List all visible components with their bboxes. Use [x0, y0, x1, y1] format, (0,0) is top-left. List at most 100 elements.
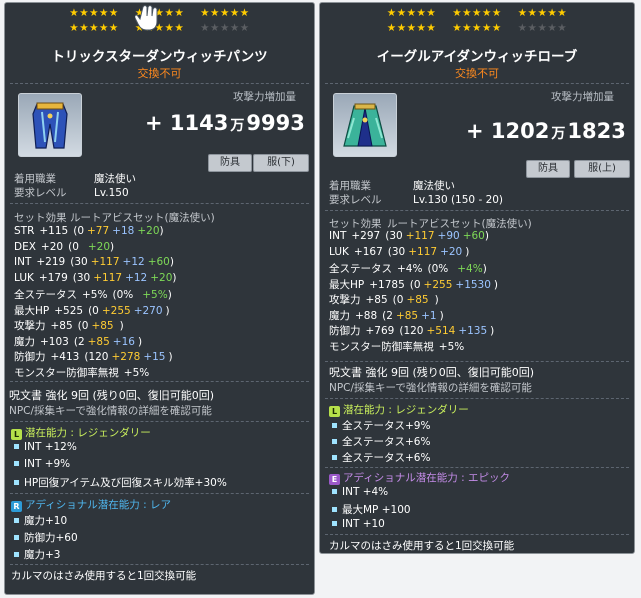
set-effect-row: セット効果 ルートアビスセット(魔法使い) — [14, 210, 215, 225]
stat-end: ) — [137, 335, 143, 348]
star-group: ★★★★★ — [200, 7, 250, 19]
set-effect-row: セット効果 ルートアビスセット(魔法使い) — [329, 216, 532, 231]
bullet-icon — [14, 552, 19, 557]
stat-end: ) — [490, 325, 495, 337]
potential-text: 全ステータス+9% — [342, 420, 431, 432]
stat-row: 防御力 +413 (120 +278 +15) — [14, 349, 173, 364]
required-job-label: 着用職業 — [329, 180, 371, 192]
rare-icon: R — [11, 501, 22, 512]
stat-row: 攻撃力 +85 (0 +85) — [14, 318, 124, 333]
additional-potential-line: 最大MP +100 — [329, 502, 411, 517]
stat-k: INT — [329, 230, 347, 242]
required-level-row: 要求レベル Lv.150 — [14, 185, 129, 200]
potential-line: 全ステータス+9% — [329, 418, 430, 433]
stat-v: +167 — [353, 245, 383, 258]
divider — [325, 83, 629, 84]
stat-row: 最大HP +525 (0 +255 +270) — [14, 303, 170, 318]
stat-base: (0 — [392, 294, 404, 306]
stat-k: 全ステータス — [329, 263, 392, 275]
stat-end: ) — [168, 351, 173, 363]
potential-text: INT +10 — [342, 518, 385, 530]
additional-potential-header: R アディショナル潜在能力 : レア — [11, 497, 171, 512]
stat-k: LUK — [329, 245, 349, 258]
karma-scissors-note: カルマのはさみ使用すると1回交換可能 — [329, 540, 515, 552]
bullet-icon — [332, 489, 337, 494]
stat-k: 最大HP — [14, 304, 50, 317]
potential-text: 魔力+3 — [24, 549, 61, 561]
power-increase-value: + 1202 万1823 — [466, 119, 626, 143]
stat-a: +77 — [87, 225, 110, 237]
item-name: トリックスターダンウィッチパンツ — [51, 49, 268, 65]
stat-end: ) — [165, 304, 170, 317]
stat-k: モンスター防御率無視 — [14, 366, 119, 379]
stat-v: +769 — [365, 325, 395, 337]
stat-v: +4% — [397, 263, 423, 275]
stat-a: +255 — [101, 304, 131, 317]
tag-armor: 防具 — [526, 160, 570, 178]
stat-base: (0 — [68, 240, 79, 253]
stat-k: DEX — [14, 240, 36, 253]
pants-icon — [32, 102, 68, 149]
stat-row: 全ステータス +5% (0% +5%) — [14, 287, 172, 302]
potential-line: 全ステータス+6% — [329, 450, 430, 465]
power-prefix: + 1202 — [466, 119, 550, 143]
item-icon[interactable] — [18, 93, 82, 157]
stat-v: +5% — [438, 340, 465, 353]
stat-k: 最大HP — [329, 278, 365, 291]
stat-row: モンスター防御率無視 +5% — [329, 339, 478, 354]
potential-text: INT +4% — [342, 486, 389, 498]
star-group: ★★★★★ — [386, 22, 437, 34]
additional-potential-line: 魔力+3 — [11, 547, 60, 562]
stat-a: +278 — [111, 351, 141, 363]
potential-title: 潜在能力 : レジェンダリー — [343, 404, 469, 416]
stat-row: 魔力 +88 (2 +85 +1) — [329, 308, 444, 323]
tag-equip-slot: 服(上) — [574, 160, 630, 178]
additional-potential-line: 魔力+10 — [11, 513, 67, 528]
stat-row: INT +219 (30 +117 +12 +60) — [14, 256, 174, 268]
stat-c: +60 — [147, 256, 170, 268]
starforce-row-2: ★★★★★ ★★★★★ ★★★★★ — [320, 22, 634, 34]
stat-v: +88 — [355, 309, 378, 322]
divider — [10, 564, 309, 565]
stat-k: 防御力 — [329, 325, 361, 337]
stat-a: +85 — [87, 335, 110, 348]
stat-v: +525 — [54, 304, 84, 317]
stat-row: 攻撃力 +85 (0 +85) — [329, 292, 439, 307]
star-group: ★★★★★ — [200, 22, 250, 34]
potential-text: HP回復アイテム及び回復スキル効率+30% — [24, 477, 227, 489]
potential-line: HP回復アイテム及び回復スキル効率+30% — [11, 475, 227, 490]
stat-end: ) — [482, 263, 487, 275]
item-icon[interactable] — [333, 93, 397, 157]
stat-base: (30 — [385, 230, 403, 242]
stat-k: 魔力 — [14, 335, 35, 348]
bullet-icon — [14, 518, 19, 523]
scroll-upgrade-info: 呪文書 強化 9回 (残り0回、復旧可能0回) — [329, 366, 535, 379]
stat-row: 全ステータス +4% (0% +4%) — [329, 261, 487, 276]
potential-text: INT +9% — [24, 458, 71, 470]
stat-b: +12 — [125, 271, 148, 284]
npc-hint: NPC/採集キーで強化情報の詳細を確認可能 — [9, 405, 212, 417]
stat-base: (30 — [387, 245, 406, 258]
potential-text: 魔力+10 — [24, 515, 68, 527]
stat-k: 魔力 — [329, 309, 350, 322]
epic-icon: E — [329, 474, 340, 485]
stat-a: +117 — [405, 230, 435, 242]
legendary-icon: L — [329, 406, 340, 417]
item-tooltip-pants: ★★★★★ ★★★★★ ★★★★★ ★★★★★ ★★★★★ ★★★★★ トリック… — [4, 2, 315, 595]
required-job-row: 着用職業 魔法使い — [14, 171, 136, 186]
stat-base: (2 — [382, 309, 393, 322]
item-tooltip-robe: ★★★★★ ★★★★★ ★★★★★ ★★★★★ ★★★★★ ★★★★★ イーグル… — [319, 2, 635, 554]
potential-line: 全ステータス+6% — [329, 434, 430, 449]
stat-b: +270 — [133, 304, 163, 317]
stat-base: (0 — [88, 304, 99, 317]
bullet-icon — [14, 535, 19, 540]
stat-v: +297 — [351, 230, 381, 242]
stat-a: +117 — [90, 256, 120, 268]
tag-equip-slot: 服(下) — [253, 154, 309, 172]
set-effect-value: ルートアビスセット(魔法使い) — [387, 218, 532, 230]
divider — [325, 210, 629, 211]
additional-potential-line: INT +10 — [329, 518, 385, 530]
required-job-label: 着用職業 — [14, 173, 56, 185]
hand-cursor-icon — [135, 5, 158, 31]
potential-text: 全ステータス+6% — [342, 436, 431, 448]
